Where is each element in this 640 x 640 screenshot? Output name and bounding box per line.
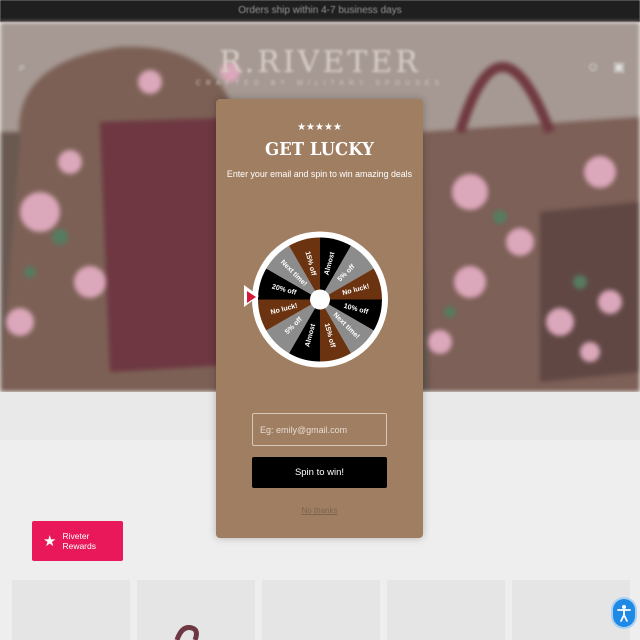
brand-logo[interactable]: R.RIVETER xyxy=(0,45,640,80)
popup-title: GET LUCKY xyxy=(265,139,374,160)
cart-icon[interactable]: ▣ xyxy=(612,60,626,74)
popup-subtitle: Enter your email and spin to win amazing… xyxy=(226,169,413,180)
brand-tagline: CRAFTED BY MILITARY SPOUSES xyxy=(195,80,445,87)
prize-wheel: Almost 5% offNo luck!10% offNext time!15%… xyxy=(252,231,388,368)
wheel-hub xyxy=(310,289,330,310)
accessibility-button[interactable] xyxy=(613,599,635,627)
accessibility-icon xyxy=(617,605,631,622)
dismiss-link[interactable]: No thanks xyxy=(216,506,423,515)
account-icon[interactable]: ☺ xyxy=(586,60,600,74)
wheel-pointer-arrow xyxy=(247,291,256,303)
spin-button[interactable]: Spin to win! xyxy=(252,457,387,488)
search-icon[interactable]: ⌕ xyxy=(15,60,29,74)
rewards-label: Riveter Rewards xyxy=(62,531,96,551)
rewards-button[interactable]: ★ Riveter Rewards xyxy=(32,521,123,561)
email-input[interactable] xyxy=(252,413,387,446)
star-icon: ★ xyxy=(43,532,57,550)
spin-wheel-popup: ★★★★★ GET LUCKY Enter your email and spi… xyxy=(216,99,423,538)
rating-stars: ★★★★★ xyxy=(297,122,342,133)
